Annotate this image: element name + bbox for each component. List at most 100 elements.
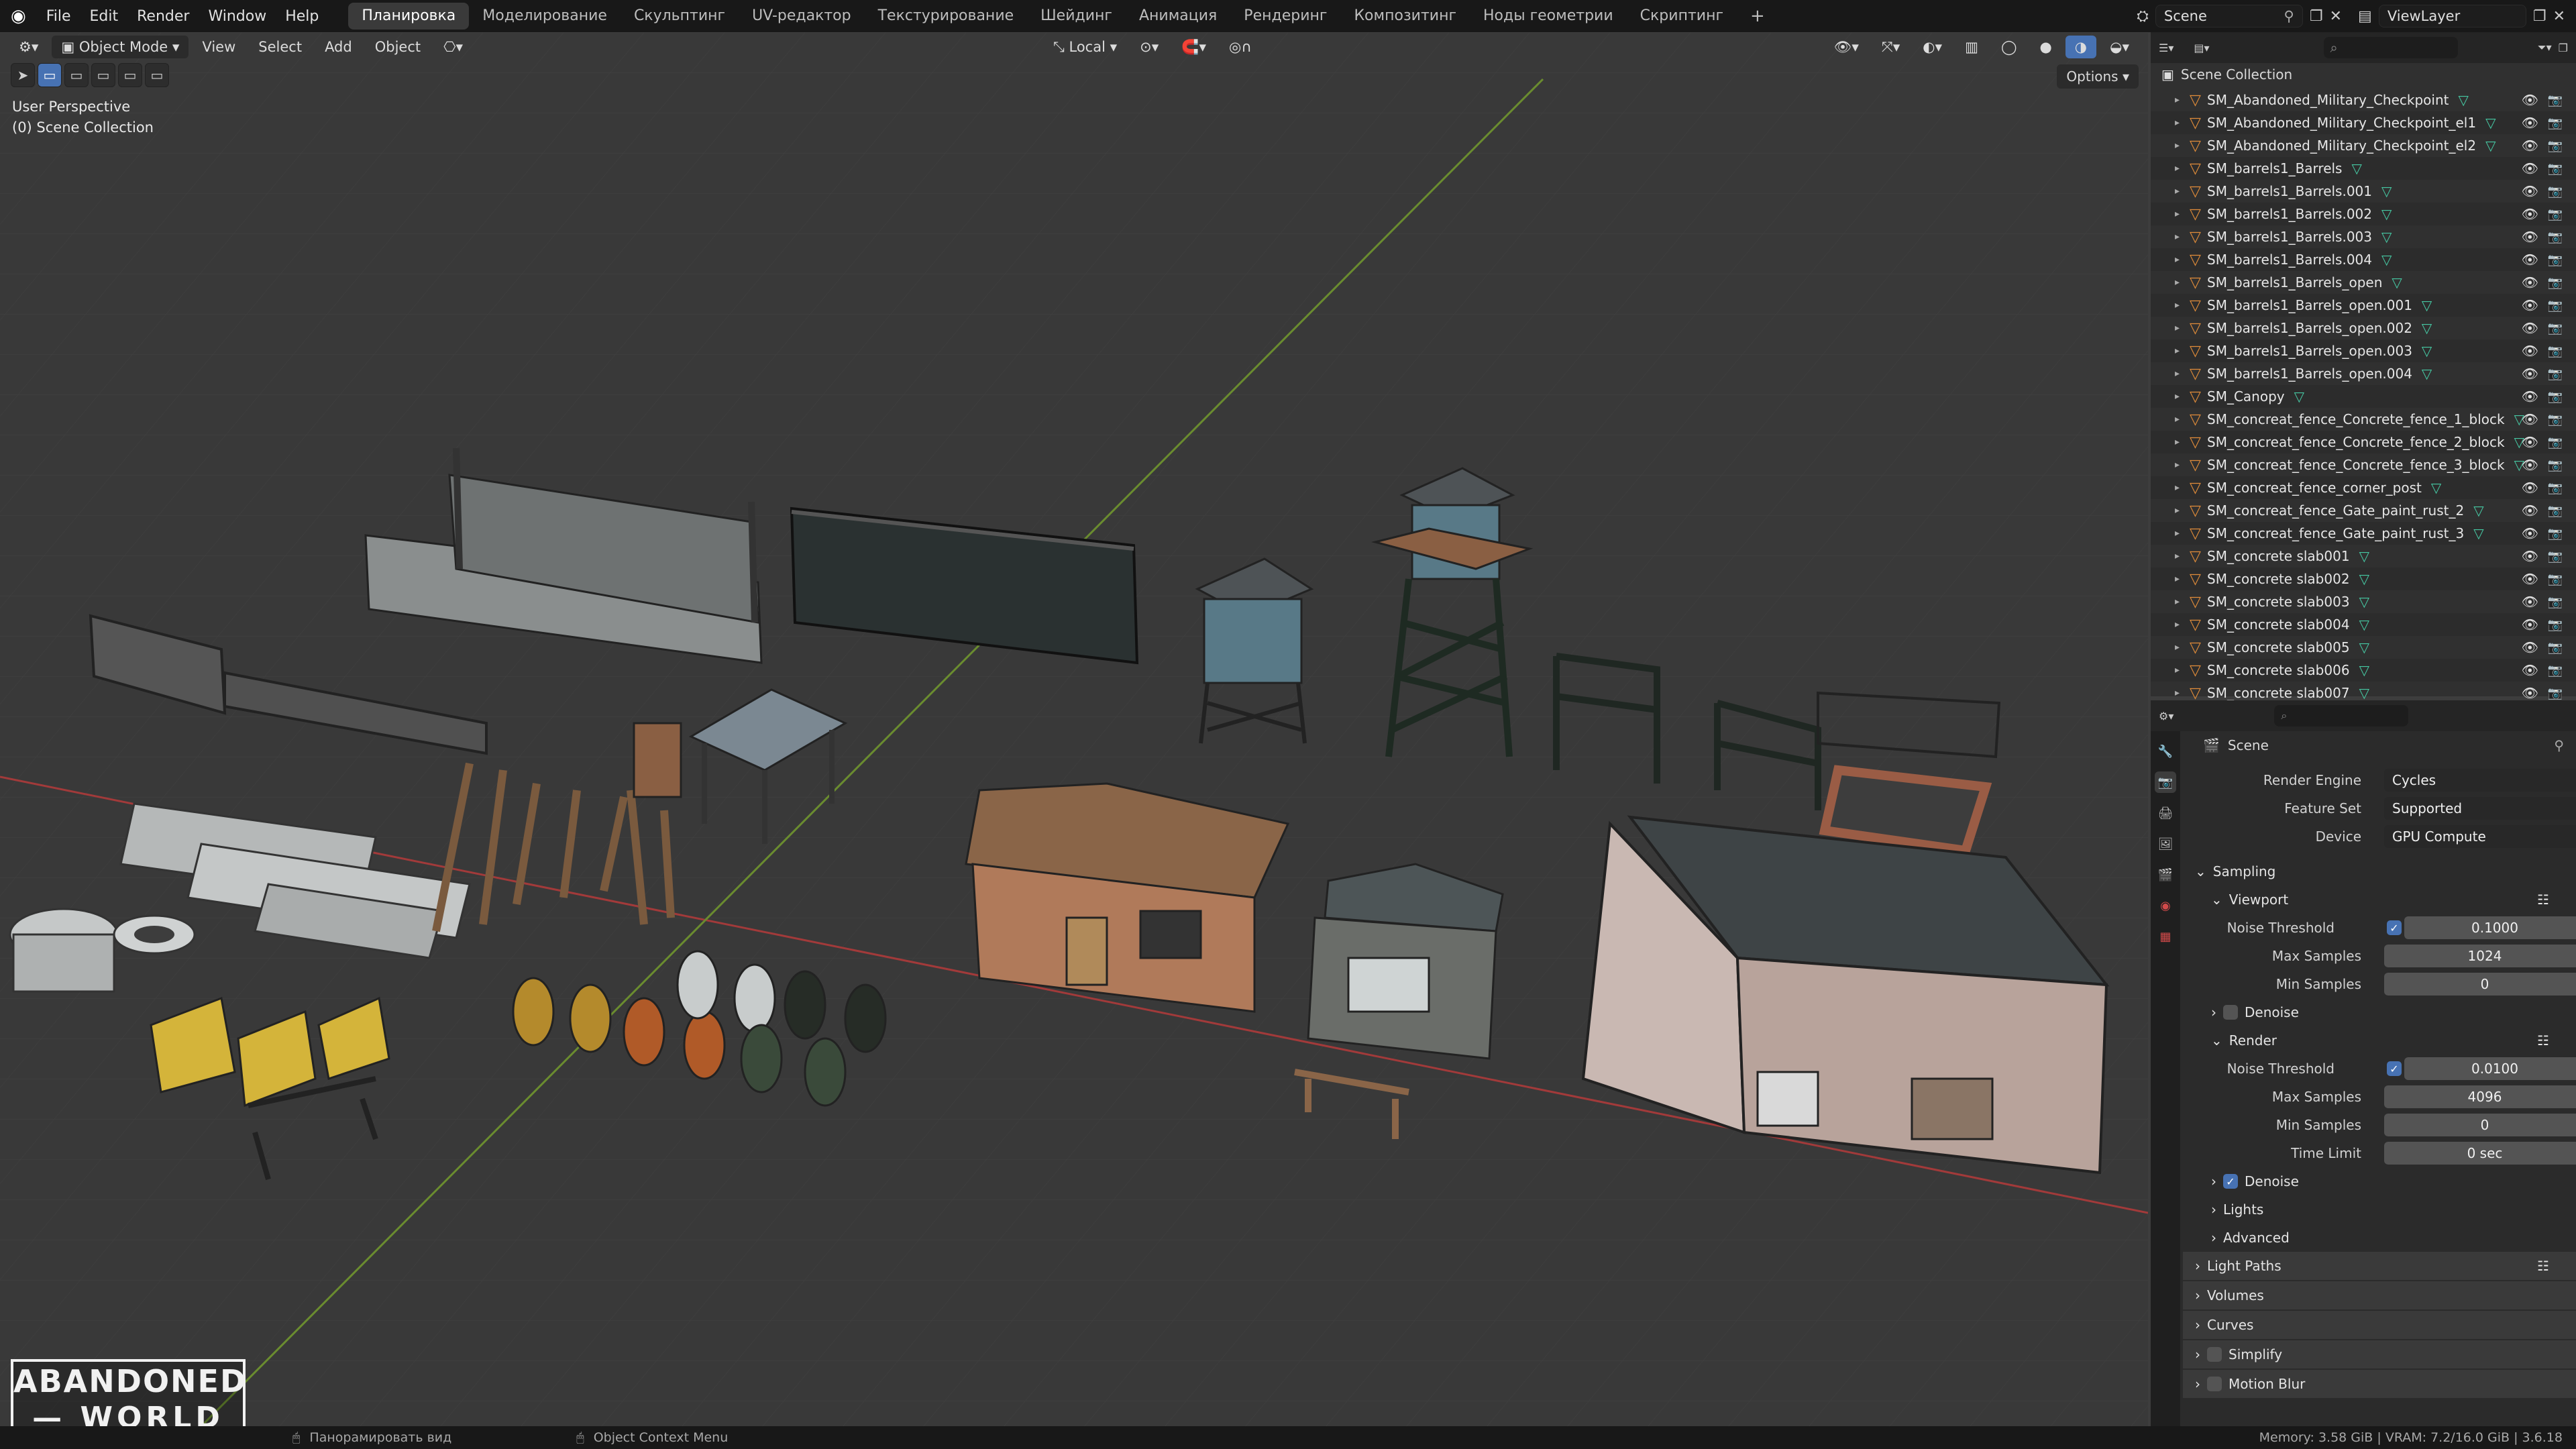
expand-arrow-icon[interactable]: ▸ — [2175, 574, 2190, 584]
filter-icon[interactable]: ⏷▾ — [2538, 41, 2552, 54]
tab-scripting[interactable]: Скриптинг — [1627, 3, 1737, 30]
render-camera-icon[interactable]: 📷 — [2548, 253, 2563, 267]
render-noise-threshold-checkbox[interactable]: ✓ — [2387, 1061, 2402, 1076]
visibility-eye-icon[interactable]: 👁 — [2522, 480, 2538, 496]
render-camera-icon[interactable]: 📷 — [2548, 504, 2563, 518]
expand-arrow-icon[interactable]: ▸ — [2175, 414, 2190, 425]
snap-icon[interactable]: 🧲▾ — [1172, 36, 1216, 58]
motion-blur-panel[interactable]: › Motion Blur — [2183, 1370, 2576, 1398]
new-scene-icon[interactable]: ❐ — [2310, 8, 2323, 25]
visibility-eye-icon[interactable]: 👁 — [2522, 229, 2538, 245]
visibility-eye-icon[interactable]: 👁 — [2522, 457, 2538, 473]
tab-sculpting[interactable]: Скульптинг — [621, 3, 739, 30]
mesh-data-icon[interactable]: ▽ — [2422, 297, 2432, 313]
outliner-item[interactable]: ▸ ▽ SM_concrete slab002 ▽ 👁 📷 — [2151, 568, 2576, 590]
tab-modeling[interactable]: Моделирование — [469, 3, 621, 30]
outliner-item[interactable]: ▸ ▽ SM_barrels1_Barrels_open.002 ▽ 👁 📷 — [2151, 317, 2576, 339]
render-camera-icon[interactable]: 📷 — [2548, 549, 2563, 564]
advanced-subpanel[interactable]: › Advanced — [2183, 1224, 2576, 1252]
render-subpanel-header[interactable]: ⌄ Render ☷ — [2183, 1026, 2576, 1055]
mesh-data-icon[interactable]: ▽ — [2458, 92, 2468, 108]
presets-list-icon[interactable]: ☷ — [2537, 1032, 2549, 1049]
menu-select[interactable]: Select — [249, 36, 311, 58]
scene-selector[interactable]: Scene ⚲ — [2155, 5, 2303, 28]
menu-help[interactable]: Help — [276, 8, 328, 25]
select-new-icon[interactable]: ▭ — [38, 63, 62, 87]
tab-texture-paint[interactable]: Текстурирование — [865, 3, 1028, 30]
simplify-panel[interactable]: › Simplify — [2183, 1340, 2576, 1368]
world-tab-icon[interactable]: ◉ — [2155, 895, 2176, 916]
expand-arrow-icon[interactable]: ▸ — [2175, 437, 2190, 447]
outliner-item[interactable]: ▸ ▽ SM_barrels1_Barrels_open.004 ▽ 👁 📷 — [2151, 362, 2576, 385]
render-camera-icon[interactable]: 📷 — [2548, 663, 2563, 678]
outliner-item[interactable]: ▸ ▽ SM_barrels1_Barrels.002 ▽ 👁 📷 — [2151, 203, 2576, 225]
viewport-noise-threshold-checkbox[interactable]: ✓ — [2387, 920, 2402, 935]
expand-arrow-icon[interactable]: ▸ — [2175, 688, 2190, 698]
menu-window[interactable]: Window — [199, 8, 276, 25]
wireframe-shading-icon[interactable]: ◯ — [1992, 36, 2027, 58]
expand-arrow-icon[interactable]: ▸ — [2175, 642, 2190, 653]
render-camera-icon[interactable]: 📷 — [2548, 595, 2563, 609]
visibility-eye-icon[interactable]: 👁 — [2522, 685, 2538, 701]
render-camera-icon[interactable]: 📷 — [2548, 458, 2563, 472]
select-invert-icon[interactable]: ▭ — [118, 63, 142, 87]
visibility-eye-icon[interactable]: 👁 — [2522, 206, 2538, 222]
outliner-item[interactable]: ▸ ▽ SM_concrete slab004 ▽ 👁 📷 — [2151, 613, 2576, 636]
texture-tab-icon[interactable]: ▦ — [2155, 926, 2176, 947]
presets-list-icon[interactable]: ☷ — [2537, 1258, 2549, 1274]
scene-canvas[interactable] — [0, 32, 2148, 1426]
outliner-item[interactable]: ▸ ▽ SM_concreat_fence_Gate_paint_rust_3 ▽ 👁 📷 — [2151, 522, 2576, 545]
render-camera-icon[interactable]: 📷 — [2548, 641, 2563, 655]
expand-arrow-icon[interactable]: ▸ — [2175, 345, 2190, 356]
render-camera-icon[interactable]: 📷 — [2548, 435, 2563, 449]
solid-shading-icon[interactable]: ● — [2030, 36, 2061, 58]
render-camera-icon[interactable]: 📷 — [2548, 93, 2563, 107]
visibility-eye-icon[interactable]: 👁 — [2522, 252, 2538, 268]
select-extend-icon[interactable]: ▭ — [64, 63, 89, 87]
outliner-item[interactable]: ▸ ▽ SM_barrels1_Barrels.003 ▽ 👁 📷 — [2151, 225, 2576, 248]
pin-icon[interactable]: ⚲ — [2284, 8, 2294, 24]
visibility-eye-icon[interactable]: 👁 — [2522, 616, 2538, 633]
render-camera-icon[interactable]: 📷 — [2548, 230, 2563, 244]
render-camera-icon[interactable]: 📷 — [2548, 321, 2563, 335]
expand-arrow-icon[interactable]: ▸ — [2175, 665, 2190, 676]
outliner-editor-icon[interactable]: ☰▾ — [2159, 42, 2174, 54]
outliner-search-input[interactable]: ⌕ — [2323, 37, 2458, 58]
menu-object[interactable]: Object — [366, 36, 430, 58]
outliner-item[interactable]: ▸ ▽ SM_barrels1_Barrels.001 ▽ 👁 📷 — [2151, 180, 2576, 203]
expand-arrow-icon[interactable]: ▸ — [2175, 368, 2190, 379]
mesh-data-icon[interactable]: ▽ — [2381, 183, 2392, 199]
curves-panel[interactable]: › Curves — [2183, 1311, 2576, 1339]
expand-arrow-icon[interactable]: ▸ — [2175, 528, 2190, 539]
visibility-icon[interactable]: 👁▾ — [1825, 36, 1868, 58]
render-camera-icon[interactable]: 📷 — [2548, 481, 2563, 495]
render-camera-icon[interactable]: 📷 — [2548, 299, 2563, 313]
select-subtract-icon[interactable]: ▭ — [91, 63, 115, 87]
delete-scene-icon[interactable]: ✕ — [2330, 8, 2342, 25]
render-min-samples-field[interactable]: 0 — [2384, 1114, 2576, 1136]
lights-subpanel[interactable]: › Lights — [2183, 1195, 2576, 1224]
transform-orientation-dropdown[interactable]: ⤡ Local ▾ — [1044, 36, 1126, 58]
outliner-item[interactable]: ▸ ▽ SM_Abandoned_Military_Checkpoint ▽ 👁 📷 — [2151, 89, 2576, 111]
viewport-denoise-checkbox[interactable] — [2223, 1005, 2238, 1020]
proportional-edit-icon[interactable]: ◎∩ — [1220, 36, 1261, 58]
mesh-data-icon[interactable]: ▽ — [2359, 594, 2369, 610]
visibility-eye-icon[interactable]: 👁 — [2522, 320, 2538, 336]
mesh-data-icon[interactable]: ▽ — [2422, 366, 2432, 382]
viewport-noise-threshold-field[interactable]: 0.1000 — [2404, 916, 2576, 939]
display-mode-icon[interactable]: ▤▾ — [2194, 42, 2209, 54]
expand-arrow-icon[interactable]: ▸ — [2175, 596, 2190, 607]
options-dropdown[interactable]: Options ▾ — [2057, 64, 2139, 89]
menu-file[interactable]: File — [37, 8, 80, 25]
feature-set-dropdown[interactable]: Supported▾ — [2384, 797, 2576, 820]
mesh-data-icon[interactable]: ▽ — [2381, 252, 2392, 268]
visibility-eye-icon[interactable]: 👁 — [2522, 502, 2538, 519]
render-camera-icon[interactable]: 📷 — [2548, 686, 2563, 700]
visibility-eye-icon[interactable]: 👁 — [2522, 434, 2538, 450]
tab-animation[interactable]: Анимация — [1126, 3, 1230, 30]
mesh-data-icon[interactable]: ▽ — [2351, 160, 2361, 176]
outliner-item[interactable]: ▸ ▽ SM_concreat_fence_Concrete_fence_2_blo… — [2151, 431, 2576, 453]
scene-tab-icon[interactable]: 🎬 — [2155, 864, 2176, 885]
expand-arrow-icon[interactable]: ▸ — [2175, 117, 2190, 128]
device-dropdown[interactable]: GPU Compute▾ — [2384, 825, 2576, 848]
